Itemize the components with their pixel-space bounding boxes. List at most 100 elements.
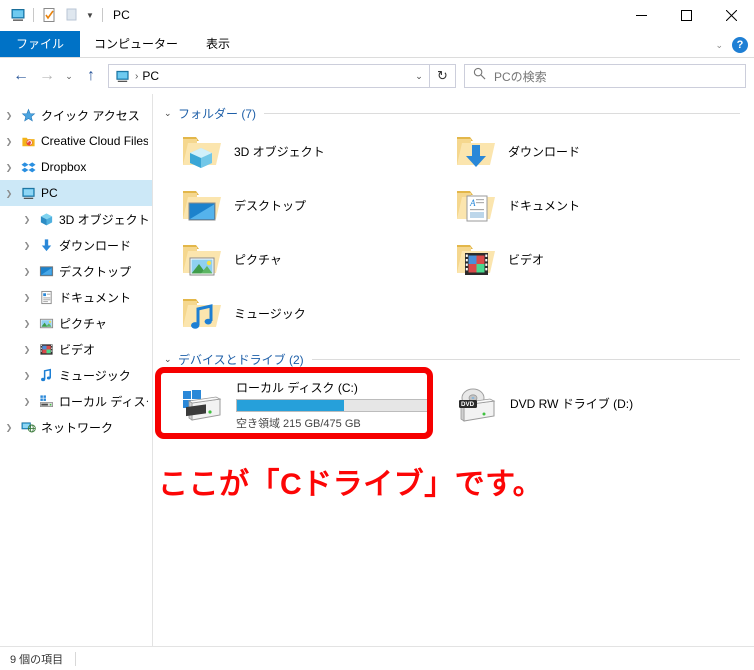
tab-view[interactable]: 表示 (192, 31, 244, 57)
address-path-field[interactable]: › PC ⌄ (108, 64, 430, 88)
sidebar-item-desktop[interactable]: ❯ デスクトップ (0, 258, 152, 284)
list-item-label: ピクチャ (234, 252, 282, 267)
list-item[interactable]: デスクトップ (164, 178, 438, 232)
chevron-right-icon[interactable]: ❯ (18, 267, 36, 276)
drive-item-local-disk-c[interactable]: ローカル ディスク (C:) 空き領域 215 GB/475 GB (164, 374, 438, 436)
properties-icon[interactable] (38, 4, 60, 26)
folders-group-header[interactable]: ⌄ フォルダー (7) (164, 102, 754, 124)
dvd-drive-icon: DVD (452, 385, 502, 425)
window-title: PC (113, 8, 130, 22)
drive-item-dvd-rw-d[interactable]: DVD DVD RW ドライブ (D:) (438, 374, 712, 436)
file-list-pane: ⌄ フォルダー (7) 3D オブジェクト ダウンロード デスクトップ A ドキ… (153, 94, 754, 646)
group-divider (264, 112, 740, 114)
sidebar-item-3d-objects[interactable]: ❯ 3D オブジェクト (0, 206, 152, 232)
sidebar-item-quick-access[interactable]: ❯ クイック アクセス (0, 102, 152, 128)
chevron-down-icon[interactable]: ❯ (0, 189, 18, 198)
address-bar: ← → ⌄ ↑ › PC ⌄ ↻ PCの検索 (0, 58, 754, 94)
list-item[interactable]: A ドキュメント (438, 178, 712, 232)
list-item[interactable]: ダウンロード (438, 124, 712, 178)
new-folder-icon[interactable] (60, 4, 82, 26)
sidebar-item-label: PC (41, 186, 58, 200)
expand-ribbon-icon[interactable]: ⌄ (715, 40, 723, 51)
chevron-right-icon[interactable]: ❯ (18, 397, 36, 406)
chevron-right-icon[interactable]: ❯ (18, 241, 36, 250)
ribbon-tab-bar: ファイル コンピューター 表示 ⌄ ? (0, 30, 754, 58)
group-divider (311, 358, 740, 360)
windows-hard-drive-icon (178, 385, 228, 425)
folder-3d-objects-icon (178, 132, 226, 170)
pc-icon[interactable] (7, 4, 29, 26)
chevron-down-icon[interactable]: ⌄ (164, 354, 178, 365)
sidebar-item-dropbox[interactable]: ❯ Dropbox (0, 154, 152, 180)
recent-locations-icon[interactable]: ⌄ (60, 63, 78, 89)
drive-details: DVD RW ドライブ (D:) (510, 395, 710, 415)
help-icon[interactable]: ? (732, 37, 748, 53)
videos-icon (36, 342, 56, 357)
sidebar-item-music[interactable]: ❯ ミュージック (0, 362, 152, 388)
list-item-label: デスクトップ (234, 198, 307, 213)
chevron-right-icon[interactable]: ❯ (18, 319, 36, 328)
chevron-right-icon[interactable]: ❯ (18, 371, 36, 380)
capacity-bar (236, 399, 432, 412)
minimize-button[interactable] (619, 0, 664, 30)
pc-icon-address (113, 69, 131, 84)
up-button[interactable]: ↑ (78, 63, 104, 89)
chevron-right-icon[interactable]: ❯ (0, 423, 18, 432)
sidebar-item-network[interactable]: ❯ ネットワーク (0, 414, 152, 440)
list-item-label: ビデオ (508, 252, 545, 267)
sidebar-item-label: ドキュメント (59, 290, 132, 305)
devices-group-header[interactable]: ⌄ デバイスとドライブ (2) (164, 348, 754, 370)
ribbon-right-controls: ⌄ ? (715, 37, 748, 53)
sidebar-item-videos[interactable]: ❯ ビデオ (0, 336, 152, 362)
chevron-right-icon[interactable]: ❯ (18, 293, 36, 302)
toolbar-divider-2 (102, 8, 103, 22)
refresh-button[interactable]: ↻ (430, 64, 456, 88)
list-item[interactable]: ピクチャ (164, 232, 438, 286)
folder-pictures-icon (178, 240, 226, 278)
explorer-body: ❯ クイック アクセス ❯ Creative Cloud Files ❯ Dro… (0, 94, 754, 646)
creative-cloud-icon (18, 134, 38, 149)
chevron-right-icon[interactable]: ❯ (18, 345, 36, 354)
list-item-label: ミュージック (234, 306, 306, 321)
sidebar-item-label: ネットワーク (41, 420, 114, 435)
chevron-right-icon[interactable]: ❯ (0, 137, 18, 146)
folders-grid: 3D オブジェクト ダウンロード デスクトップ A ドキュメント ピクチャ ビデ… (164, 124, 754, 340)
back-button[interactable]: ← (8, 63, 34, 89)
list-item-label: ドキュメント (508, 198, 581, 213)
forward-button[interactable]: → (34, 63, 60, 89)
list-item[interactable]: 3D オブジェクト (164, 124, 438, 178)
search-box[interactable]: PCの検索 (464, 64, 746, 88)
list-item[interactable]: ミュージック (164, 286, 438, 340)
folder-documents-icon: A (452, 186, 500, 224)
sidebar-item-pc[interactable]: ❯ PC (0, 180, 152, 206)
sidebar-item-downloads[interactable]: ❯ ダウンロード (0, 232, 152, 258)
chevron-down-icon[interactable]: ▼ (82, 4, 98, 26)
folders-group-title: フォルダー (7) (178, 106, 257, 121)
sidebar-item-pictures[interactable]: ❯ ピクチャ (0, 310, 152, 336)
sidebar-item-label: Dropbox (41, 160, 87, 174)
chevron-right-icon[interactable]: ❯ (0, 111, 18, 120)
sidebar-item-creative-cloud-files[interactable]: ❯ Creative Cloud Files (0, 128, 152, 154)
pictures-icon (36, 316, 56, 331)
breadcrumb[interactable]: PC (142, 69, 409, 83)
close-button[interactable] (709, 0, 754, 30)
sidebar-item-label: ビデオ (59, 342, 96, 357)
status-divider (75, 651, 77, 666)
tab-computer[interactable]: コンピューター (80, 31, 192, 57)
navigation-pane: ❯ クイック アクセス ❯ Creative Cloud Files ❯ Dro… (0, 94, 153, 646)
sidebar-item-local-disk-c[interactable]: ❯ ローカル ディスク (C:) (0, 388, 152, 414)
tab-file[interactable]: ファイル (0, 31, 81, 57)
chevron-down-icon[interactable]: ⌄ (164, 108, 178, 119)
chevron-right-icon[interactable]: ❯ (18, 215, 36, 224)
star-icon (18, 108, 38, 123)
sidebar-item-label: ローカル ディスク (C:) (59, 394, 148, 409)
list-item[interactable]: ビデオ (438, 232, 712, 286)
devices-group-title: デバイスとドライブ (2) (178, 352, 304, 367)
chevron-right-icon[interactable]: ❯ (0, 163, 18, 172)
sidebar-item-documents[interactable]: ❯ ドキュメント (0, 284, 152, 310)
search-input[interactable]: PCの検索 (494, 68, 547, 85)
sidebar-item-label: デスクトップ (59, 264, 132, 279)
chevron-down-icon-address[interactable]: ⌄ (409, 71, 429, 82)
maximize-button[interactable] (664, 0, 709, 30)
search-icon (473, 67, 486, 85)
